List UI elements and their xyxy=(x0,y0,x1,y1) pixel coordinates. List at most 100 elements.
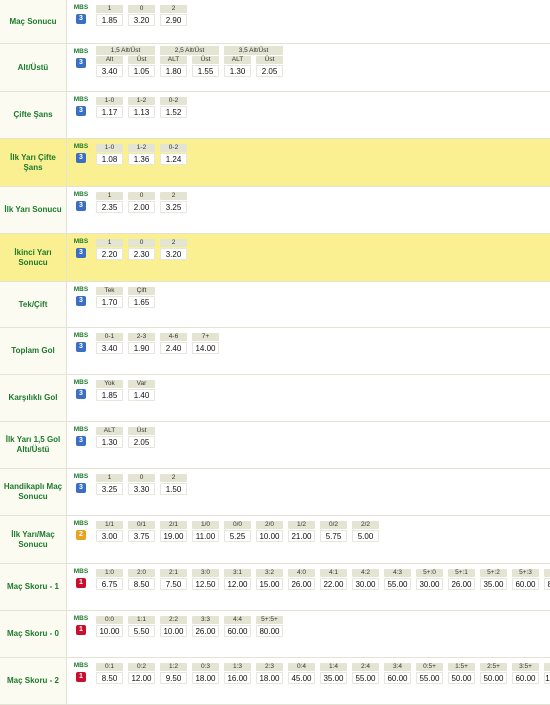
odds-value[interactable]: 7.50 xyxy=(160,578,187,590)
odds-button[interactable]: 4:2 30.00 xyxy=(352,569,379,591)
odds-value[interactable]: 60.00 xyxy=(224,625,251,637)
odds-value[interactable]: 35.00 xyxy=(480,578,507,590)
odds-button[interactable]: 4:5+100.00 xyxy=(544,663,550,685)
odds-value[interactable]: 1.70 xyxy=(96,296,123,308)
odds-value[interactable]: 3.75 xyxy=(128,530,155,542)
odds-value[interactable]: 60.00 xyxy=(384,672,411,684)
odds-value[interactable]: 22.00 xyxy=(320,578,347,590)
odds-value[interactable]: 1.13 xyxy=(128,106,155,118)
odds-button[interactable]: 0/2 5.75 xyxy=(320,521,347,543)
odds-button[interactable]: 0 3.20 xyxy=(128,5,155,27)
odds-value[interactable]: 18.00 xyxy=(192,672,219,684)
odds-value[interactable]: 2.00 xyxy=(128,201,155,213)
odds-button[interactable]: 2:5+ 50.00 xyxy=(480,663,507,685)
odds-button[interactable]: 2 1.50 xyxy=(160,474,187,496)
odds-button[interactable]: 0-1 3.40 xyxy=(96,333,123,355)
odds-value[interactable]: 3.25 xyxy=(160,201,187,213)
odds-value[interactable]: 2.20 xyxy=(96,248,123,260)
odds-value[interactable]: 50.00 xyxy=(480,672,507,684)
odds-value[interactable]: 2.90 xyxy=(160,14,187,26)
odds-button[interactable]: 1/0 11.00 xyxy=(192,521,219,543)
odds-button[interactable]: 7+ 14.00 xyxy=(192,333,219,355)
odds-value[interactable]: 5.00 xyxy=(352,530,379,542)
odds-value[interactable]: 12.00 xyxy=(224,578,251,590)
odds-button[interactable]: 2:4 55.00 xyxy=(352,663,379,685)
odds-value[interactable]: 1.90 xyxy=(128,342,155,354)
odds-value[interactable]: 21.00 xyxy=(288,530,315,542)
odds-value[interactable]: 3.40 xyxy=(96,342,123,354)
odds-button[interactable]: 1-0 1.08 xyxy=(96,144,123,166)
odds-value[interactable]: 2.35 xyxy=(96,201,123,213)
odds-value[interactable]: 80.00 xyxy=(256,625,283,637)
odds-button[interactable]: 4-6 2.40 xyxy=(160,333,187,355)
odds-value[interactable]: 9.50 xyxy=(160,672,187,684)
odds-button[interactable]: 2:0 8.50 xyxy=(128,569,155,591)
odds-value[interactable]: 2.05 xyxy=(128,436,155,448)
odds-button[interactable]: 0:3 18.00 xyxy=(192,663,219,685)
odds-button[interactable]: 0:5+ 55.00 xyxy=(416,663,443,685)
odds-button[interactable]: 0 2.00 xyxy=(128,192,155,214)
odds-button[interactable]: 2 3.25 xyxy=(160,192,187,214)
odds-button[interactable]: 0:4 45.00 xyxy=(288,663,315,685)
odds-value[interactable]: 8.50 xyxy=(96,672,123,684)
odds-value[interactable]: 1.85 xyxy=(96,389,123,401)
odds-button[interactable]: 0:2 12.00 xyxy=(128,663,155,685)
odds-button[interactable]: 0-2 1.52 xyxy=(160,97,187,119)
odds-value[interactable]: 60.00 xyxy=(512,672,539,684)
odds-button[interactable]: 1:0 6.75 xyxy=(96,569,123,591)
odds-button[interactable]: Üst 1.55 xyxy=(192,56,219,78)
odds-button[interactable]: 4:4 60.00 xyxy=(224,616,251,638)
odds-value[interactable]: 1.30 xyxy=(224,65,251,77)
odds-button[interactable]: 0:1 8.50 xyxy=(96,663,123,685)
odds-button[interactable]: ALT 1.30 xyxy=(224,56,251,78)
odds-button[interactable]: 5+:1 26.00 xyxy=(448,569,475,591)
odds-value[interactable]: 1.05 xyxy=(128,65,155,77)
odds-value[interactable]: 3.20 xyxy=(128,14,155,26)
odds-value[interactable]: 100.00 xyxy=(544,672,550,684)
odds-button[interactable]: 5+:2 35.00 xyxy=(480,569,507,591)
odds-value[interactable]: 5.50 xyxy=(128,625,155,637)
odds-button[interactable]: 3:2 15.00 xyxy=(256,569,283,591)
odds-button[interactable]: 0-2 1.24 xyxy=(160,144,187,166)
odds-button[interactable]: 2/0 10.00 xyxy=(256,521,283,543)
odds-value[interactable]: 26.00 xyxy=(192,625,219,637)
odds-button[interactable]: Var 1.40 xyxy=(128,380,155,402)
odds-value[interactable]: 3.20 xyxy=(160,248,187,260)
odds-value[interactable]: 14.00 xyxy=(192,342,219,354)
odds-value[interactable]: 80.00 xyxy=(544,578,550,590)
odds-value[interactable]: 1.55 xyxy=(192,65,219,77)
odds-button[interactable]: Üst 1.05 xyxy=(128,56,155,78)
odds-value[interactable]: 3.30 xyxy=(128,483,155,495)
odds-button[interactable]: Tek 1.70 xyxy=(96,287,123,309)
odds-button[interactable]: Alt 3.40 xyxy=(96,56,123,78)
odds-value[interactable]: 1.08 xyxy=(96,153,123,165)
odds-button[interactable]: Çift 1.65 xyxy=(128,287,155,309)
odds-value[interactable]: 10.00 xyxy=(256,530,283,542)
odds-value[interactable]: 15.00 xyxy=(256,578,283,590)
odds-value[interactable]: 18.00 xyxy=(256,672,283,684)
odds-value[interactable]: 1.80 xyxy=(160,65,187,77)
odds-button[interactable]: 1 2.35 xyxy=(96,192,123,214)
odds-value[interactable]: 1.50 xyxy=(160,483,187,495)
odds-value[interactable]: 35.00 xyxy=(320,672,347,684)
odds-button[interactable]: 2 2.90 xyxy=(160,5,187,27)
odds-value[interactable]: 2.05 xyxy=(256,65,283,77)
odds-button[interactable]: Üst 2.05 xyxy=(256,56,283,78)
odds-button[interactable]: 1:3 16.00 xyxy=(224,663,251,685)
odds-value[interactable]: 30.00 xyxy=(352,578,379,590)
odds-button[interactable]: ALT 1.30 xyxy=(96,427,123,449)
odds-button[interactable]: 4:3 55.00 xyxy=(384,569,411,591)
odds-value[interactable]: 10.00 xyxy=(160,625,187,637)
odds-value[interactable]: 5.25 xyxy=(224,530,251,542)
odds-button[interactable]: ALT 1.80 xyxy=(160,56,187,78)
odds-button[interactable]: 0 3.30 xyxy=(128,474,155,496)
odds-button[interactable]: 2/2 5.00 xyxy=(352,521,379,543)
odds-value[interactable]: 12.50 xyxy=(192,578,219,590)
odds-value[interactable]: 2.40 xyxy=(160,342,187,354)
odds-value[interactable]: 1.36 xyxy=(128,153,155,165)
odds-button[interactable]: Yok 1.85 xyxy=(96,380,123,402)
odds-value[interactable]: 1.24 xyxy=(160,153,187,165)
odds-value[interactable]: 3.25 xyxy=(96,483,123,495)
odds-button[interactable]: 2/1 19.00 xyxy=(160,521,187,543)
odds-value[interactable]: 1.40 xyxy=(128,389,155,401)
